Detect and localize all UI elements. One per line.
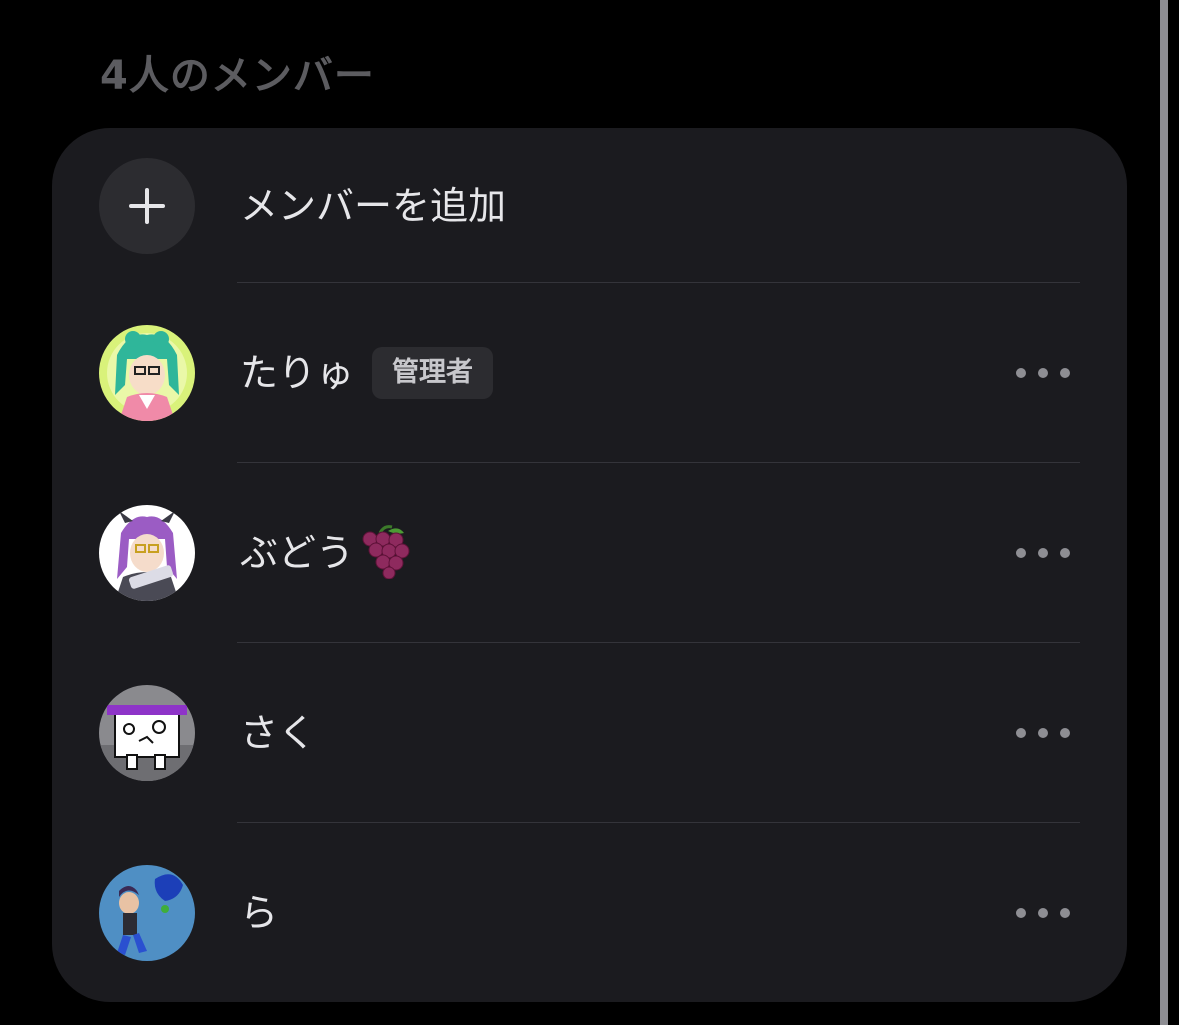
avatar-box-character-icon bbox=[99, 685, 195, 781]
member-name: ぶどう bbox=[240, 531, 355, 575]
more-dots-icon bbox=[1016, 368, 1026, 378]
plus-icon bbox=[129, 188, 165, 224]
member-name: さく bbox=[240, 711, 317, 755]
member-row[interactable]: たりゅ 管理者 bbox=[52, 283, 1127, 463]
more-dots-icon bbox=[1016, 548, 1026, 558]
more-options-button[interactable] bbox=[1016, 353, 1070, 393]
member-avatar[interactable] bbox=[99, 685, 195, 781]
member-name: ら bbox=[240, 891, 279, 935]
more-dots-icon bbox=[1016, 728, 1026, 738]
more-options-button[interactable] bbox=[1016, 893, 1070, 933]
add-member-row[interactable]: メンバーを追加 bbox=[52, 128, 1127, 282]
grape-icon bbox=[358, 523, 416, 583]
avatar-inkling-blue-icon bbox=[99, 865, 195, 961]
avatar-squid-girl-green-icon bbox=[99, 325, 195, 421]
member-avatar[interactable] bbox=[99, 865, 195, 961]
more-dots-icon bbox=[1016, 908, 1026, 918]
member-name-group: ぶどう bbox=[240, 523, 416, 583]
member-name-group: さく bbox=[240, 703, 316, 763]
member-avatar[interactable] bbox=[99, 505, 195, 601]
add-member-label: メンバーを追加 bbox=[240, 184, 507, 228]
add-member-button[interactable] bbox=[99, 158, 195, 254]
member-row[interactable]: さく bbox=[52, 643, 1127, 823]
members-card: メンバーを追加 たりゅ 管理者 ぶどう さく ら bbox=[52, 128, 1127, 1002]
member-name-group: ら bbox=[240, 883, 278, 943]
more-options-button[interactable] bbox=[1016, 533, 1070, 573]
scrollbar[interactable] bbox=[1160, 0, 1168, 1025]
avatar-squid-girl-purple-icon bbox=[99, 505, 195, 601]
member-avatar[interactable] bbox=[99, 325, 195, 421]
member-row[interactable]: ぶどう bbox=[52, 463, 1127, 643]
member-row[interactable]: ら bbox=[52, 823, 1127, 1002]
member-name: たりゅ bbox=[240, 351, 355, 395]
more-options-button[interactable] bbox=[1016, 713, 1070, 753]
admin-badge: 管理者 bbox=[372, 347, 494, 399]
member-name-group: たりゅ 管理者 bbox=[240, 343, 494, 403]
members-section-title: 4人のメンバー bbox=[100, 53, 375, 99]
